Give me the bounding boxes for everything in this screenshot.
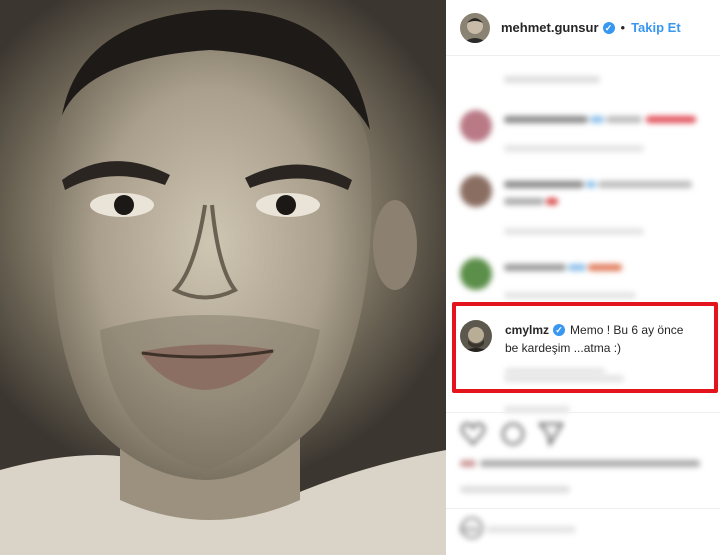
post-sidebar: mehmet.gunsur ✓ • Takip Et (446, 0, 720, 555)
verified-badge-icon: ✓ (553, 324, 566, 336)
comment-icon[interactable] (502, 423, 524, 445)
post-actions (460, 420, 570, 453)
post-header: mehmet.gunsur ✓ • Takip Et (446, 0, 720, 56)
post-author-avatar[interactable] (460, 12, 490, 43)
divider (446, 412, 720, 413)
commenter-username[interactable]: cmylmz (505, 323, 549, 337)
comment-meta (505, 368, 605, 375)
emoji-icon[interactable] (460, 516, 484, 545)
share-icon[interactable] (537, 423, 564, 447)
post-photo (0, 0, 446, 555)
comment-text-line1: Memo ! Bu 6 ay önce (570, 323, 684, 337)
post-author-username[interactable]: mehmet.gunsur (501, 20, 599, 35)
commenter-avatar[interactable] (460, 320, 492, 352)
follow-button[interactable]: Takip Et (631, 20, 681, 35)
verified-badge-icon: ✓ (602, 21, 615, 34)
divider (446, 508, 720, 509)
portrait-illustration (0, 9, 446, 555)
separator-dot: • (620, 20, 626, 35)
comment-text-line2: be kardeşim ...atma :) (505, 341, 622, 355)
heart-icon[interactable] (461, 422, 485, 446)
